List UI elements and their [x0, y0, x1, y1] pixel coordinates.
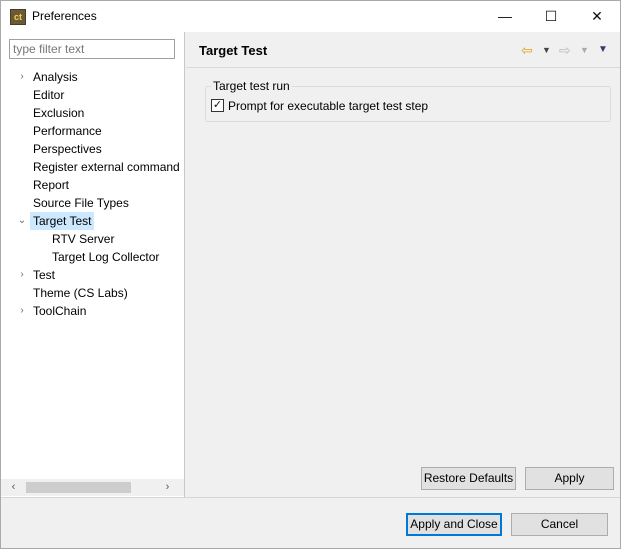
preference-page: Target Test ⇦ ▼ ⇨ ▼ ▼ Target test run ✓ … — [186, 32, 620, 497]
tree-item-label: Performance — [33, 124, 102, 138]
tree-item-label: Test — [33, 268, 56, 282]
tree-item-test[interactable]: › Test — [15, 266, 184, 284]
tree-item-perspectives[interactable]: Perspectives — [15, 140, 184, 158]
page-header: Target Test ⇦ ▼ ⇨ ▼ ▼ — [186, 32, 620, 68]
maximize-button[interactable]: ☐ — [528, 1, 574, 32]
tree-item-label: Theme (CS Labs) — [33, 286, 128, 300]
apply-button[interactable]: Apply — [525, 467, 614, 490]
tree-item-label: RTV Server — [52, 232, 115, 246]
preference-navigation-panel: › Analysis Editor Exclusion Performance … — [1, 32, 185, 497]
dialog-button-bar: Apply and Close Cancel — [1, 497, 620, 548]
tree-item-label: Source File Types — [33, 196, 129, 210]
tree-item-label: Perspectives — [33, 142, 102, 156]
scroll-left-icon[interactable]: ‹ — [5, 479, 22, 496]
minimize-button[interactable]: — — [482, 1, 528, 32]
expand-chevron-icon[interactable]: › — [15, 68, 29, 86]
tree-item-performance[interactable]: Performance — [15, 122, 184, 140]
horizontal-scrollbar[interactable]: ‹ › — [1, 479, 184, 496]
tree-item-label: Editor — [33, 88, 65, 102]
tree-item-toolchain[interactable]: › ToolChain — [15, 302, 184, 320]
scrollbar-thumb[interactable] — [26, 482, 131, 493]
tree-item-analysis[interactable]: › Analysis — [15, 68, 184, 86]
tree-item-report[interactable]: Report — [15, 176, 184, 194]
tree-item-rtv-server[interactable]: RTV Server — [34, 230, 184, 248]
tree-item-editor[interactable]: Editor — [15, 86, 184, 104]
tree-item-label: Register external command — [33, 160, 180, 174]
back-arrow-icon[interactable]: ⇦ — [521, 42, 533, 58]
tree-item-theme[interactable]: Theme (CS Labs) — [15, 284, 184, 302]
preference-tree: › Analysis Editor Exclusion Performance … — [1, 64, 184, 480]
view-menu-icon[interactable]: ▼ — [598, 42, 608, 58]
forward-arrow-icon[interactable]: ⇨ — [559, 42, 571, 58]
scroll-right-icon[interactable]: › — [159, 479, 176, 496]
apply-and-close-button[interactable]: Apply and Close — [406, 513, 502, 536]
tree-item-target-log-collector[interactable]: Target Log Collector — [34, 248, 184, 266]
tree-item-target-test[interactable]: ⌄ Target Test — [15, 212, 184, 230]
tree-item-label: Report — [33, 178, 70, 192]
preferences-window: ct Preferences — ☐ ✕ › Analysis Editor E… — [0, 0, 621, 549]
tree-item-label: ToolChain — [33, 304, 87, 318]
tree-item-label: Target Test — [30, 212, 95, 230]
collapse-chevron-icon[interactable]: ⌄ — [15, 212, 29, 230]
tree-item-register-external-command[interactable]: Register external command — [15, 158, 184, 176]
checkbox-label[interactable]: Prompt for executable target test step — [228, 98, 428, 114]
title-bar: ct Preferences — ☐ ✕ — [1, 1, 620, 32]
filter-input[interactable] — [9, 39, 175, 59]
back-history-dropdown-icon[interactable]: ▼ — [542, 42, 551, 58]
tree-item-source-file-types[interactable]: Source File Types — [15, 194, 184, 212]
expand-chevron-icon[interactable]: › — [15, 302, 29, 320]
tree-item-label: Analysis — [33, 70, 78, 84]
group-title: Target test run — [211, 79, 292, 93]
cancel-button[interactable]: Cancel — [511, 513, 608, 536]
tree-item-label: Target Log Collector — [52, 250, 160, 264]
page-title: Target Test — [199, 43, 268, 58]
forward-history-dropdown-icon[interactable]: ▼ — [580, 42, 589, 58]
window-title: Preferences — [32, 9, 97, 23]
prompt-executable-checkbox[interactable]: ✓ — [211, 99, 224, 112]
tree-item-exclusion[interactable]: Exclusion — [15, 104, 184, 122]
expand-chevron-icon[interactable]: › — [15, 266, 29, 284]
restore-defaults-button[interactable]: Restore Defaults — [421, 467, 516, 490]
tree-item-label: Exclusion — [33, 106, 85, 120]
close-button[interactable]: ✕ — [574, 1, 620, 32]
app-icon: ct — [10, 9, 26, 25]
